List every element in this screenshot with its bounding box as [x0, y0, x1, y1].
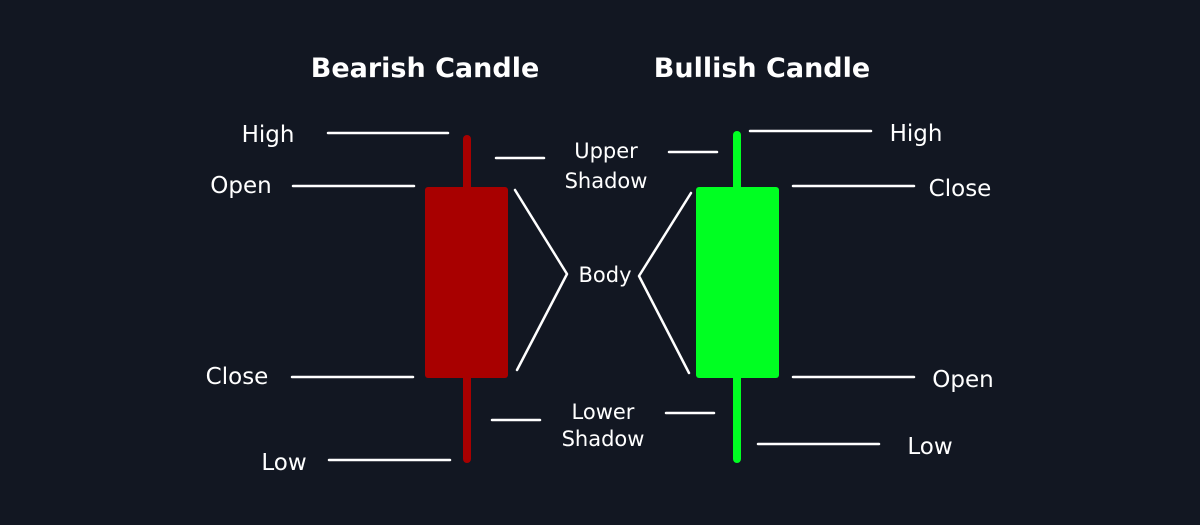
bullish-candle [696, 131, 779, 463]
bullish-high-label: High [890, 121, 943, 147]
bullish-close-label: Close [929, 176, 992, 202]
body-label: Body [578, 263, 631, 287]
upper-shadow-label-line1: Upper [574, 139, 638, 163]
bearish-high-label: High [242, 122, 295, 148]
bullish-candle-title: Bullish Candle [654, 53, 870, 84]
lower-shadow-label-line2: Shadow [562, 427, 645, 451]
bullish-open-label: Open [932, 367, 993, 393]
candlestick-diagram: Bearish Candle Bullish Candle High Open … [206, 53, 994, 476]
body-bracket-right [637, 191, 693, 375]
lower-shadow-label-line1: Lower [572, 400, 635, 424]
bearish-candle [425, 135, 508, 463]
bearish-open-label: Open [210, 173, 271, 199]
upper-shadow-label-line2: Shadow [565, 169, 648, 193]
bearish-candle-title: Bearish Candle [311, 53, 540, 84]
body-bracket-left [513, 188, 569, 372]
bearish-close-label: Close [206, 364, 269, 390]
bullish-low-label: Low [907, 434, 952, 460]
bearish-low-label: Low [261, 450, 306, 476]
bearish-body [425, 187, 508, 378]
bullish-body [696, 187, 779, 378]
